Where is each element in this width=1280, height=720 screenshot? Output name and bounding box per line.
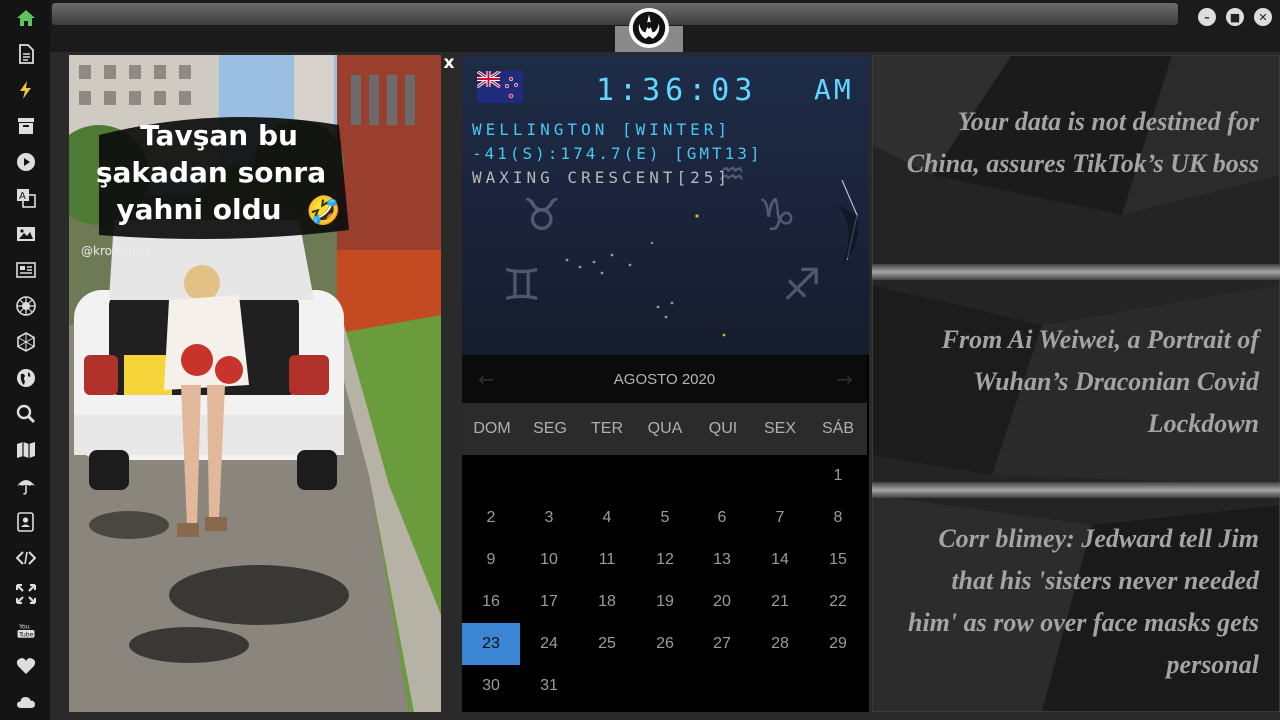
calendar-day[interactable]: 20 xyxy=(693,581,751,623)
calendar-day[interactable]: 2 xyxy=(462,497,520,539)
calendar-day[interactable]: 4 xyxy=(578,497,636,539)
calendar-day[interactable]: 1 xyxy=(809,455,867,497)
contact-icon[interactable] xyxy=(15,511,37,533)
calendar-day[interactable]: 3 xyxy=(520,497,578,539)
calendar-day[interactable]: 10 xyxy=(520,539,578,581)
calendar-day[interactable]: 17 xyxy=(520,581,578,623)
prev-month-button[interactable]: ← xyxy=(478,367,495,391)
maximize-button[interactable]: ■ xyxy=(1226,8,1244,26)
calendar-day[interactable]: 18 xyxy=(578,581,636,623)
calendar-day[interactable]: 14 xyxy=(751,539,809,581)
cloud-icon[interactable] xyxy=(15,691,37,713)
rebel-alliance-logo[interactable] xyxy=(629,8,669,48)
calendar-day[interactable]: 31 xyxy=(520,665,578,707)
sidebar: A You Tube xyxy=(0,0,50,720)
calendar-day[interactable]: 12 xyxy=(636,539,694,581)
news-headline[interactable]: Corr blimey: Jedward tell Jim that his '… xyxy=(872,518,1280,686)
calendar-day[interactable]: 16 xyxy=(462,581,520,623)
image-icon[interactable] xyxy=(15,223,37,245)
rebel-logo-icon xyxy=(632,11,666,45)
newspaper-icon[interactable] xyxy=(15,259,37,281)
weekday-label: QUA xyxy=(647,420,683,437)
globe-icon[interactable] xyxy=(15,367,37,389)
news-separator xyxy=(872,482,1280,498)
lightning-icon[interactable] xyxy=(15,79,37,101)
weekday-label: QUI xyxy=(708,420,738,437)
video-caption-line-2: şakadan sonra xyxy=(96,156,326,189)
code-icon[interactable] xyxy=(15,547,37,569)
calendar-day[interactable]: 29 xyxy=(809,623,867,665)
next-month-button[interactable]: → xyxy=(836,367,853,391)
document-icon[interactable] xyxy=(15,43,37,65)
search-icon[interactable] xyxy=(15,403,37,425)
news-headline[interactable]: From Ai Weiwei, a Portrait of Wuhan’s Dr… xyxy=(872,319,1280,445)
news-panel: Your data is not destined for China, ass… xyxy=(872,55,1280,712)
hexagon-icon[interactable] xyxy=(15,331,37,353)
calendar-day[interactable]: 9 xyxy=(462,539,520,581)
map-icon[interactable] xyxy=(15,439,37,461)
close-video-button[interactable]: x xyxy=(441,54,457,72)
rebel-icon[interactable] xyxy=(15,295,37,317)
video-caption-line-3: yahni oldu xyxy=(116,193,281,226)
calendar-day[interactable]: 27 xyxy=(693,623,751,665)
svg-text:Tube: Tube xyxy=(18,632,34,639)
svg-text:A: A xyxy=(19,191,26,202)
calendar-weekday-row: DOM SEG TER QUA QUI SEX SÁB xyxy=(462,403,867,455)
top-strip[interactable] xyxy=(52,3,1178,25)
calendar-day[interactable]: 19 xyxy=(636,581,694,623)
calendar-day[interactable]: 22 xyxy=(809,581,867,623)
app-window: – ■ ✕ A You Tube Tavşan bu şakadan sonra… xyxy=(0,0,1280,720)
calendar-day[interactable]: 26 xyxy=(636,623,694,665)
calendar-day[interactable]: 21 xyxy=(751,581,809,623)
calendar-day[interactable]: 24 xyxy=(520,623,578,665)
calendar-day-selected[interactable]: 23 xyxy=(462,623,520,665)
calendar: ← AGOSTO 2020 → DOM SEG TER QUA QUI SEX … xyxy=(462,355,869,712)
news-separator xyxy=(872,264,1280,280)
umbrella-icon[interactable] xyxy=(15,475,37,497)
calendar-day[interactable]: 6 xyxy=(693,497,751,539)
weekday-label: SEX xyxy=(763,420,796,437)
minimize-button[interactable]: – xyxy=(1198,8,1216,26)
video-handle: @krolikilora xyxy=(81,244,152,258)
fullscreen-icon[interactable] xyxy=(15,583,37,605)
translate-icon[interactable]: A xyxy=(15,187,37,209)
weekday-label: DOM xyxy=(473,420,511,437)
world-clock-panel: 1:36:03 AM WELLINGTON [WINTER] -41(S):17… xyxy=(462,55,869,355)
calendar-day[interactable]: 25 xyxy=(578,623,636,665)
close-window-button[interactable]: ✕ xyxy=(1254,8,1272,26)
laughing-emoji-icon: 🤣 xyxy=(305,194,341,228)
calendar-day[interactable]: 15 xyxy=(809,539,867,581)
news-headline[interactable]: Your data is not destined for China, ass… xyxy=(872,101,1280,185)
weekday-label: TER xyxy=(591,420,623,437)
calendar-day[interactable]: 7 xyxy=(751,497,809,539)
calendar-day[interactable]: 28 xyxy=(751,623,809,665)
calendar-day[interactable]: 5 xyxy=(636,497,694,539)
calendar-day[interactable]: 8 xyxy=(809,497,867,539)
svg-text:You: You xyxy=(18,623,30,630)
youtube-icon[interactable]: You Tube xyxy=(13,619,39,641)
calendar-header: ← AGOSTO 2020 → xyxy=(462,355,867,403)
heart-icon[interactable] xyxy=(15,655,37,677)
archive-icon[interactable] xyxy=(15,115,37,137)
calendar-day[interactable]: 11 xyxy=(578,539,636,581)
video-caption-line-1: Tavşan bu xyxy=(140,119,298,152)
home-icon[interactable] xyxy=(15,7,37,29)
video-player[interactable]: Tavşan bu şakadan sonra yahni oldu 🤣 @kr… xyxy=(69,55,441,712)
play-icon[interactable] xyxy=(15,151,37,173)
constellation-overlay xyxy=(565,179,858,337)
video-frame: Tavşan bu şakadan sonra yahni oldu 🤣 @kr… xyxy=(69,55,441,712)
weekday-label: SEG xyxy=(533,420,567,437)
calendar-month-label: AGOSTO 2020 xyxy=(613,370,716,388)
weekday-label: SÁB xyxy=(821,420,854,437)
calendar-day[interactable]: 13 xyxy=(693,539,751,581)
calendar-day[interactable]: 30 xyxy=(462,665,520,707)
